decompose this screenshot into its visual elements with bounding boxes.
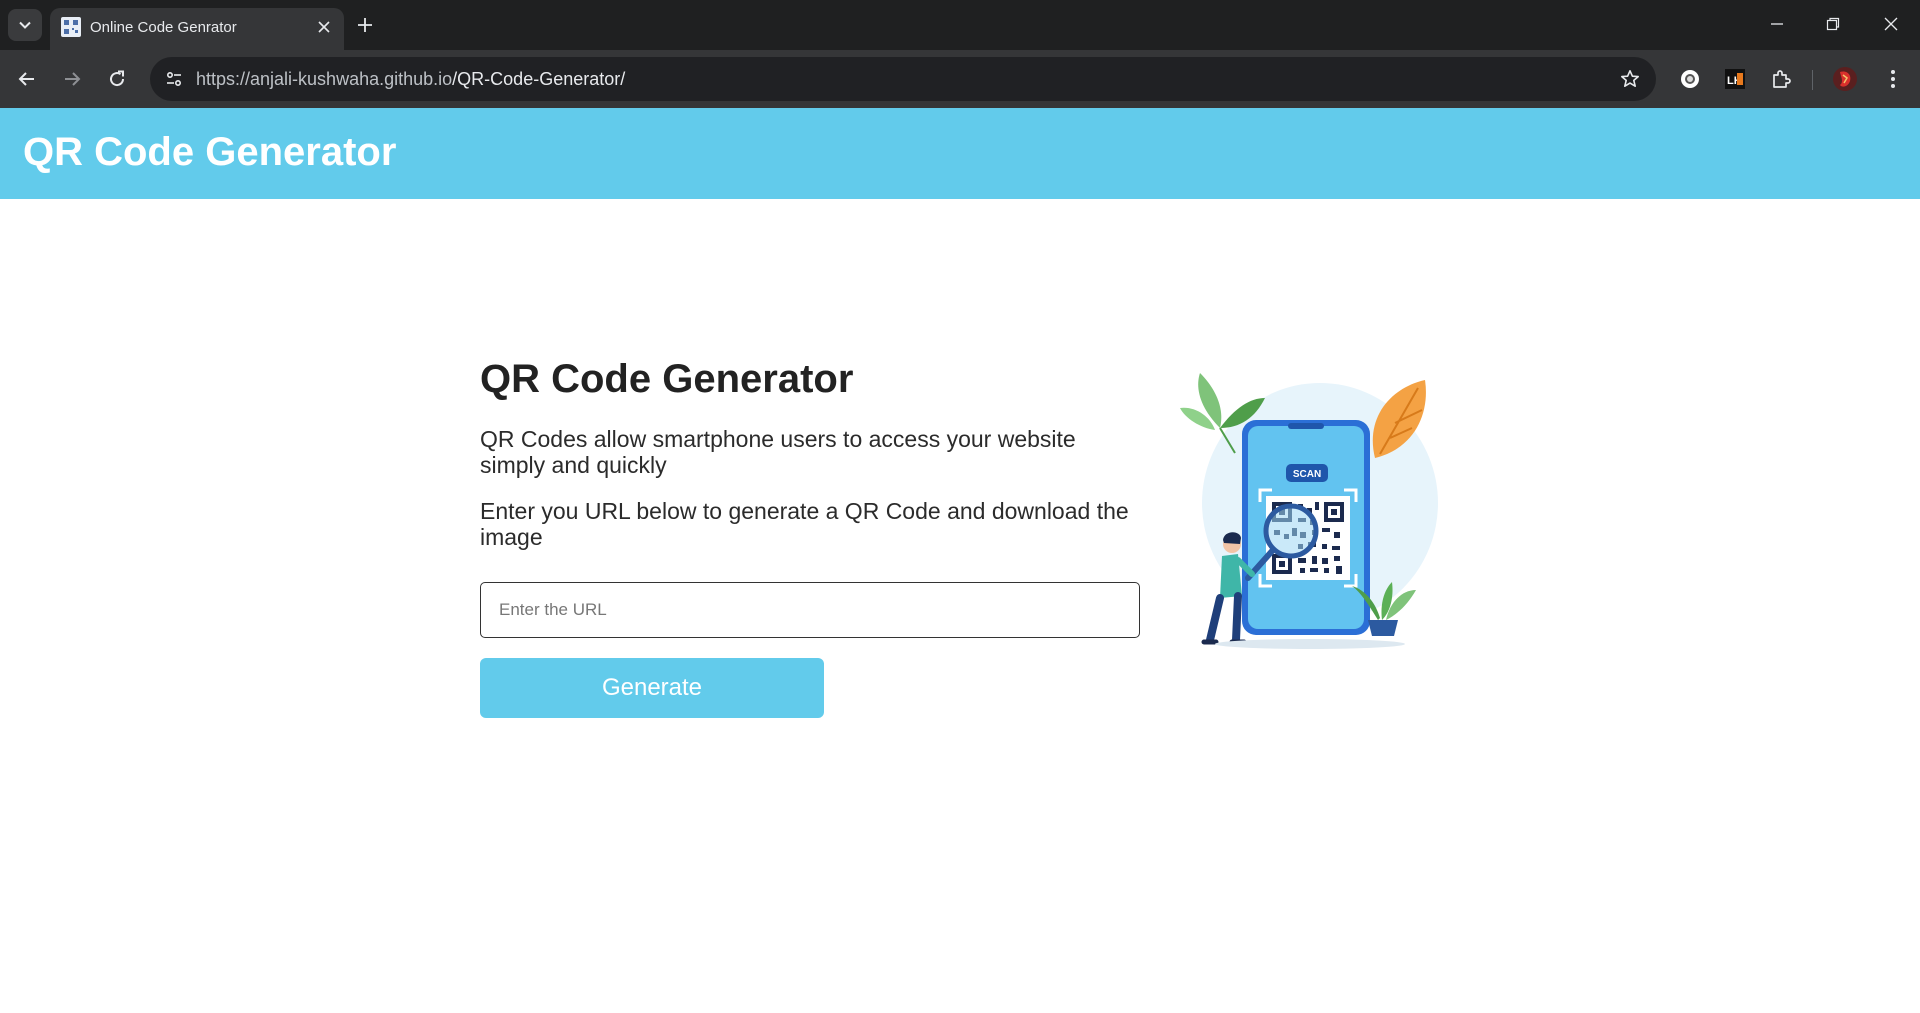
address-bar[interactable]: https://anjali-kushwaha.github.io/QR-Cod… xyxy=(150,57,1656,101)
tab-search-icon[interactable] xyxy=(8,9,42,41)
description-paragraph-2: Enter you URL below to generate a QR Cod… xyxy=(480,498,1129,550)
site-header: QR Code Generator xyxy=(0,108,1920,199)
url-path: /QR-Code-Generator/ xyxy=(452,69,626,89)
restore-icon[interactable] xyxy=(1813,8,1853,40)
browser-tab-strip: Online Code Genrator xyxy=(0,0,1920,50)
back-arrow-icon[interactable] xyxy=(11,63,43,95)
site-logo[interactable]: QR Code Generator xyxy=(23,130,396,175)
tab-title: Online Code Genrator xyxy=(90,19,237,36)
profile-icon[interactable] xyxy=(1829,63,1861,95)
lighthouse-icon[interactable]: LH xyxy=(1719,63,1751,95)
minimize-icon[interactable] xyxy=(1757,8,1797,40)
reload-icon[interactable] xyxy=(101,63,133,95)
description-paragraph-1: QR Codes allow smartphone users to acces… xyxy=(480,426,1076,478)
site-info-icon[interactable] xyxy=(162,67,186,91)
page-title: QR Code Generator xyxy=(480,357,854,401)
scan-badge-label: SCAN xyxy=(1293,469,1321,480)
close-icon[interactable] xyxy=(314,17,334,37)
extension-icon[interactable] xyxy=(1674,63,1706,95)
browser-toolbar: https://anjali-kushwaha.github.io/QR-Cod… xyxy=(0,50,1920,108)
kebab-menu-icon[interactable] xyxy=(1877,63,1909,95)
url-host: https://anjali-kushwaha.github.io xyxy=(196,69,453,89)
qr-scan-illustration: SCAN xyxy=(1180,373,1438,649)
url-text: https://anjali-kushwaha.github.io/QR-Cod… xyxy=(196,69,625,90)
forward-arrow-icon[interactable] xyxy=(56,63,88,95)
toolbar-divider xyxy=(1812,70,1813,90)
generate-button[interactable]: Generate xyxy=(480,658,824,718)
browser-tab[interactable]: Online Code Genrator xyxy=(50,8,344,50)
plus-icon[interactable] xyxy=(352,12,378,38)
star-icon[interactable] xyxy=(1618,67,1642,91)
close-window-icon[interactable] xyxy=(1871,8,1911,40)
url-input[interactable] xyxy=(480,582,1140,638)
favicon-icon xyxy=(61,17,81,37)
puzzle-icon[interactable] xyxy=(1765,63,1797,95)
